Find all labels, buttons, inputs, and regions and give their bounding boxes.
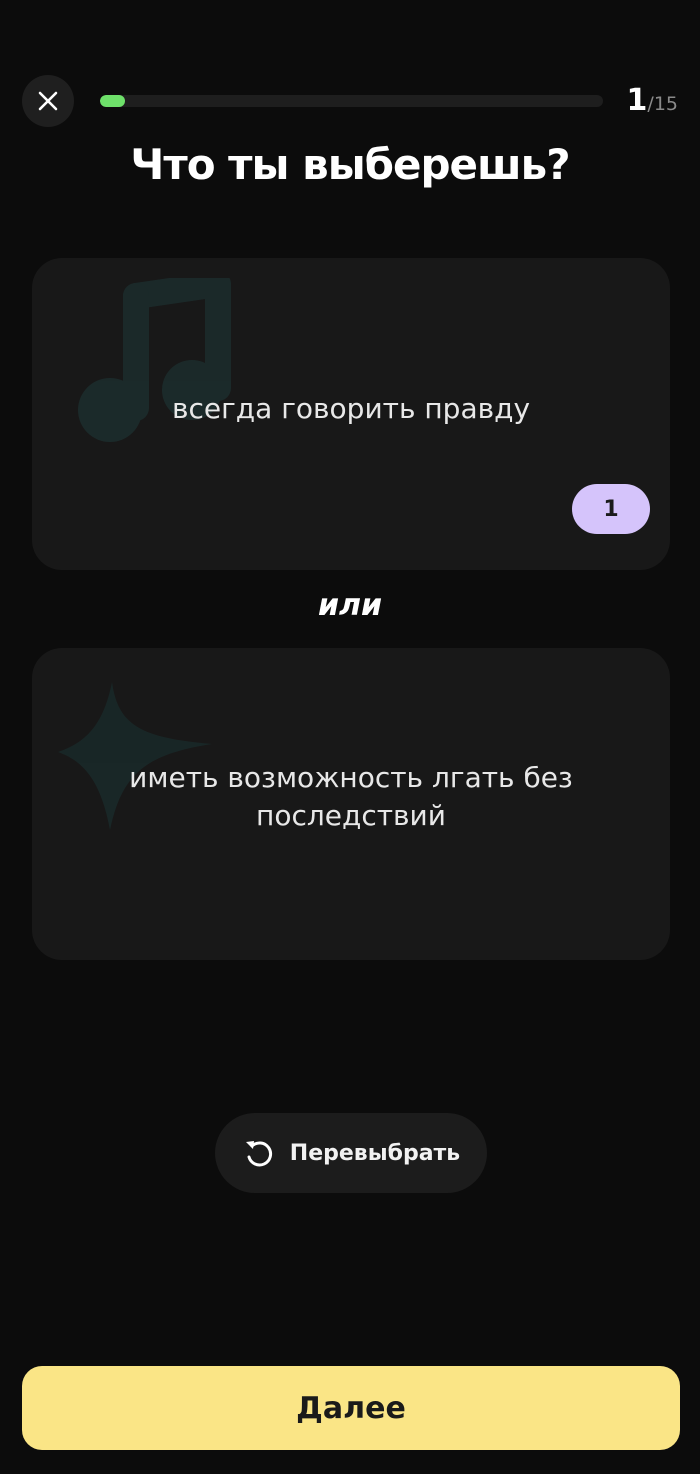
next-button[interactable]: Далее [22,1366,680,1450]
top-bar: 1 /15 [0,0,700,140]
progress-bar-fill [100,95,126,107]
vote-count-badge: 1 [572,484,650,534]
counter-current: 1 [626,83,648,118]
option-a-text: всегда говорить правду [171,392,531,425]
progress-bar [100,95,603,107]
or-divider-label: или [317,588,382,623]
option-card-b[interactable]: иметь возможность лгать без последствий [32,648,670,960]
question-title: Что ты выберешь? [130,140,570,189]
next-button-label: Далее [296,1390,406,1426]
option-b-text: иметь возможность лгать без последствий [129,761,573,832]
option-card-a[interactable]: всегда говорить правду 1 [32,258,670,570]
reroll-button[interactable]: Перевыбрать [215,1113,487,1193]
counter-total: /15 [647,93,678,115]
close-icon [38,91,58,111]
close-button[interactable] [22,75,74,127]
rotate-ccw-icon [245,1141,272,1167]
question-counter: 1 /15 [627,83,678,118]
reroll-label: Перевыбрать [289,1140,461,1166]
